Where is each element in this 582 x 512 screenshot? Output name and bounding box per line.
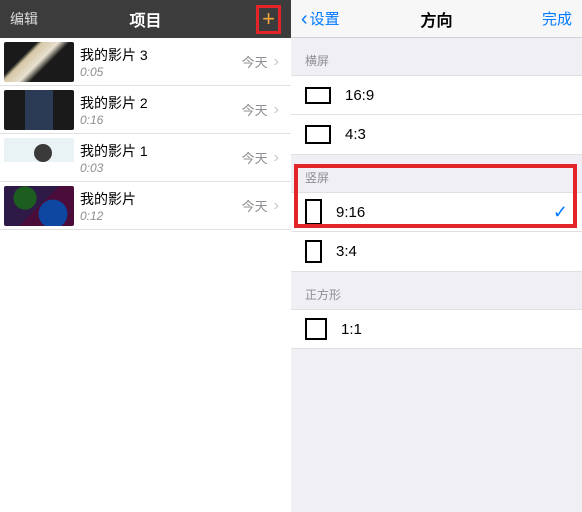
project-thumbnail: [4, 90, 74, 130]
project-duration: 0:16: [80, 113, 242, 127]
chevron-left-icon: ‹: [301, 9, 308, 29]
add-button[interactable]: +: [256, 5, 281, 34]
project-thumbnail: [4, 138, 74, 178]
section-header-landscape: 横屏: [291, 38, 582, 75]
option-label: 4:3: [345, 126, 568, 143]
project-thumbnail: [4, 42, 74, 82]
project-duration: 0:05: [80, 65, 242, 79]
square-icon: [305, 318, 327, 340]
chevron-right-icon: ›: [274, 197, 279, 215]
projects-pane: 编辑 项目 + 我的影片 3 0:05 今天 › 我的影片 2 0:16 今天 …: [0, 0, 291, 512]
aspect-option-9-16[interactable]: 9:16 ✓: [291, 192, 582, 232]
landscape-icon: [305, 125, 331, 144]
project-duration: 0:03: [80, 161, 242, 175]
section-header-portrait: 竖屏: [291, 155, 582, 192]
landscape-icon: [305, 87, 331, 104]
project-row[interactable]: 我的影片 2 0:16 今天 ›: [0, 86, 291, 134]
orientation-navbar: ‹ 设置 方向 完成: [291, 0, 582, 38]
project-date: 今天: [242, 100, 268, 119]
aspect-option-16-9[interactable]: 16:9: [291, 75, 582, 115]
project-meta: 我的影片 2 0:16: [80, 93, 242, 127]
project-name: 我的影片 1: [80, 141, 242, 161]
portrait-icon: [305, 240, 322, 263]
project-meta: 我的影片 0:12: [80, 189, 242, 223]
aspect-option-3-4[interactable]: 3:4: [291, 232, 582, 272]
done-button[interactable]: 完成: [542, 8, 572, 29]
project-date: 今天: [242, 196, 268, 215]
project-name: 我的影片 2: [80, 93, 242, 113]
aspect-option-1-1[interactable]: 1:1: [291, 309, 582, 349]
project-name: 我的影片 3: [80, 45, 242, 65]
section-header-square: 正方形: [291, 272, 582, 309]
option-label: 9:16: [336, 204, 553, 221]
projects-navbar: 编辑 项目 +: [0, 0, 291, 38]
projects-title: 项目: [0, 7, 291, 31]
plus-icon: +: [262, 6, 275, 31]
project-row[interactable]: 我的影片 3 0:05 今天 ›: [0, 38, 291, 86]
back-label: 设置: [310, 8, 340, 29]
project-meta: 我的影片 3 0:05: [80, 45, 242, 79]
project-row[interactable]: 我的影片 0:12 今天 ›: [0, 182, 291, 230]
project-date: 今天: [242, 148, 268, 167]
orientation-pane: ‹ 设置 方向 完成 横屏 16:9 4:3 竖屏 9:16 ✓ 3:4 正方形…: [291, 0, 582, 512]
project-row[interactable]: 我的影片 1 0:03 今天 ›: [0, 134, 291, 182]
edit-button[interactable]: 编辑: [10, 9, 38, 29]
option-label: 3:4: [336, 243, 568, 260]
check-icon: ✓: [553, 202, 568, 223]
project-duration: 0:12: [80, 209, 242, 223]
portrait-icon: [305, 199, 322, 225]
option-label: 1:1: [341, 321, 568, 338]
project-thumbnail: [4, 186, 74, 226]
option-label: 16:9: [345, 87, 568, 104]
project-name: 我的影片: [80, 189, 242, 209]
project-meta: 我的影片 1 0:03: [80, 141, 242, 175]
back-button[interactable]: ‹ 设置: [301, 8, 340, 29]
aspect-option-4-3[interactable]: 4:3: [291, 115, 582, 155]
chevron-right-icon: ›: [274, 53, 279, 71]
chevron-right-icon: ›: [274, 149, 279, 167]
chevron-right-icon: ›: [274, 101, 279, 119]
project-date: 今天: [242, 52, 268, 71]
